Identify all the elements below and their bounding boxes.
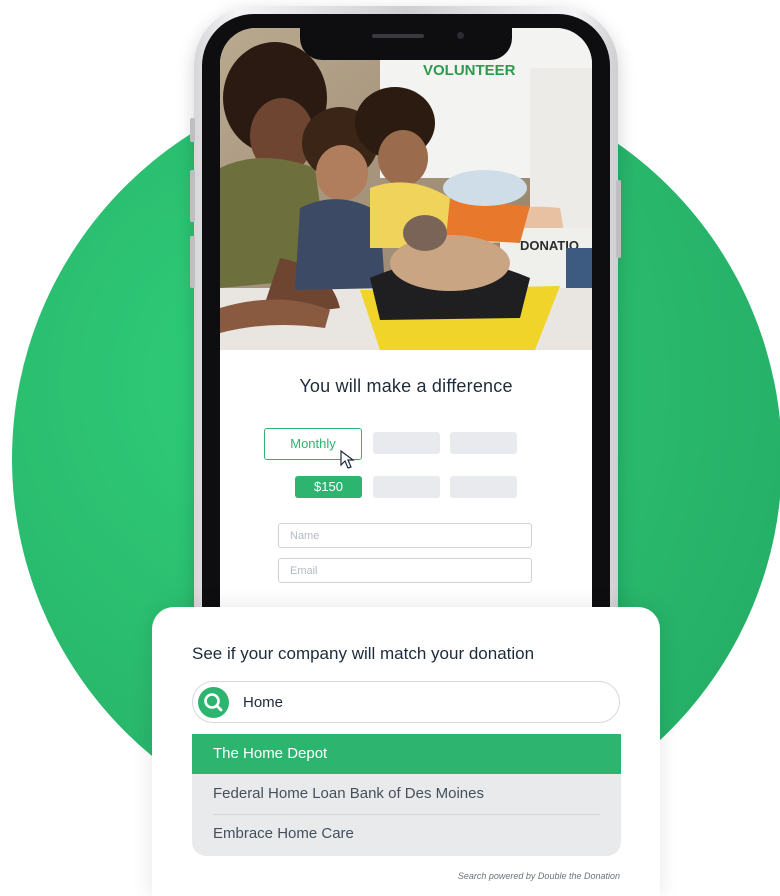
amount-150-button[interactable]: $150 bbox=[295, 476, 362, 498]
email-field[interactable]: Email bbox=[278, 558, 532, 583]
form-title: You will make a difference bbox=[299, 376, 513, 396]
shirt-text: VOLUNTEER bbox=[423, 62, 516, 79]
phone-notch bbox=[300, 20, 512, 60]
phone-power-button bbox=[616, 180, 621, 258]
match-title: See if your company will match your dona… bbox=[192, 644, 535, 663]
phone-mute-switch bbox=[190, 118, 195, 142]
phone-screen: VOLUNTEER DONATIO You will make a differ… bbox=[220, 28, 592, 696]
amount-option-placeholder[interactable] bbox=[450, 476, 517, 498]
volunteer-photo: VOLUNTEER DONATIO bbox=[220, 28, 592, 350]
phone-volume-up bbox=[190, 170, 195, 222]
search-query: Home bbox=[243, 694, 284, 711]
search-results-list: The Home Depot Federal Home Loan Bank of… bbox=[192, 734, 621, 856]
result-item[interactable]: The Home Depot bbox=[192, 734, 621, 774]
result-item[interactable]: Federal Home Loan Bank of Des Moines bbox=[192, 774, 621, 814]
powered-by-text: Search powered by Double the Donation bbox=[457, 871, 620, 881]
phone-volume-down bbox=[190, 236, 195, 288]
company-search-input[interactable]: Home bbox=[192, 681, 620, 723]
result-item[interactable]: Embrace Home Care bbox=[192, 814, 621, 854]
name-field[interactable]: Name bbox=[278, 523, 532, 548]
frequency-option-placeholder[interactable] bbox=[450, 432, 517, 454]
cursor-icon bbox=[340, 450, 355, 469]
search-button[interactable] bbox=[198, 687, 229, 718]
amount-option-placeholder[interactable] bbox=[373, 476, 440, 498]
frequency-option-placeholder[interactable] bbox=[373, 432, 440, 454]
company-match-card: See if your company will match your dona… bbox=[152, 607, 660, 896]
search-icon bbox=[204, 693, 223, 712]
